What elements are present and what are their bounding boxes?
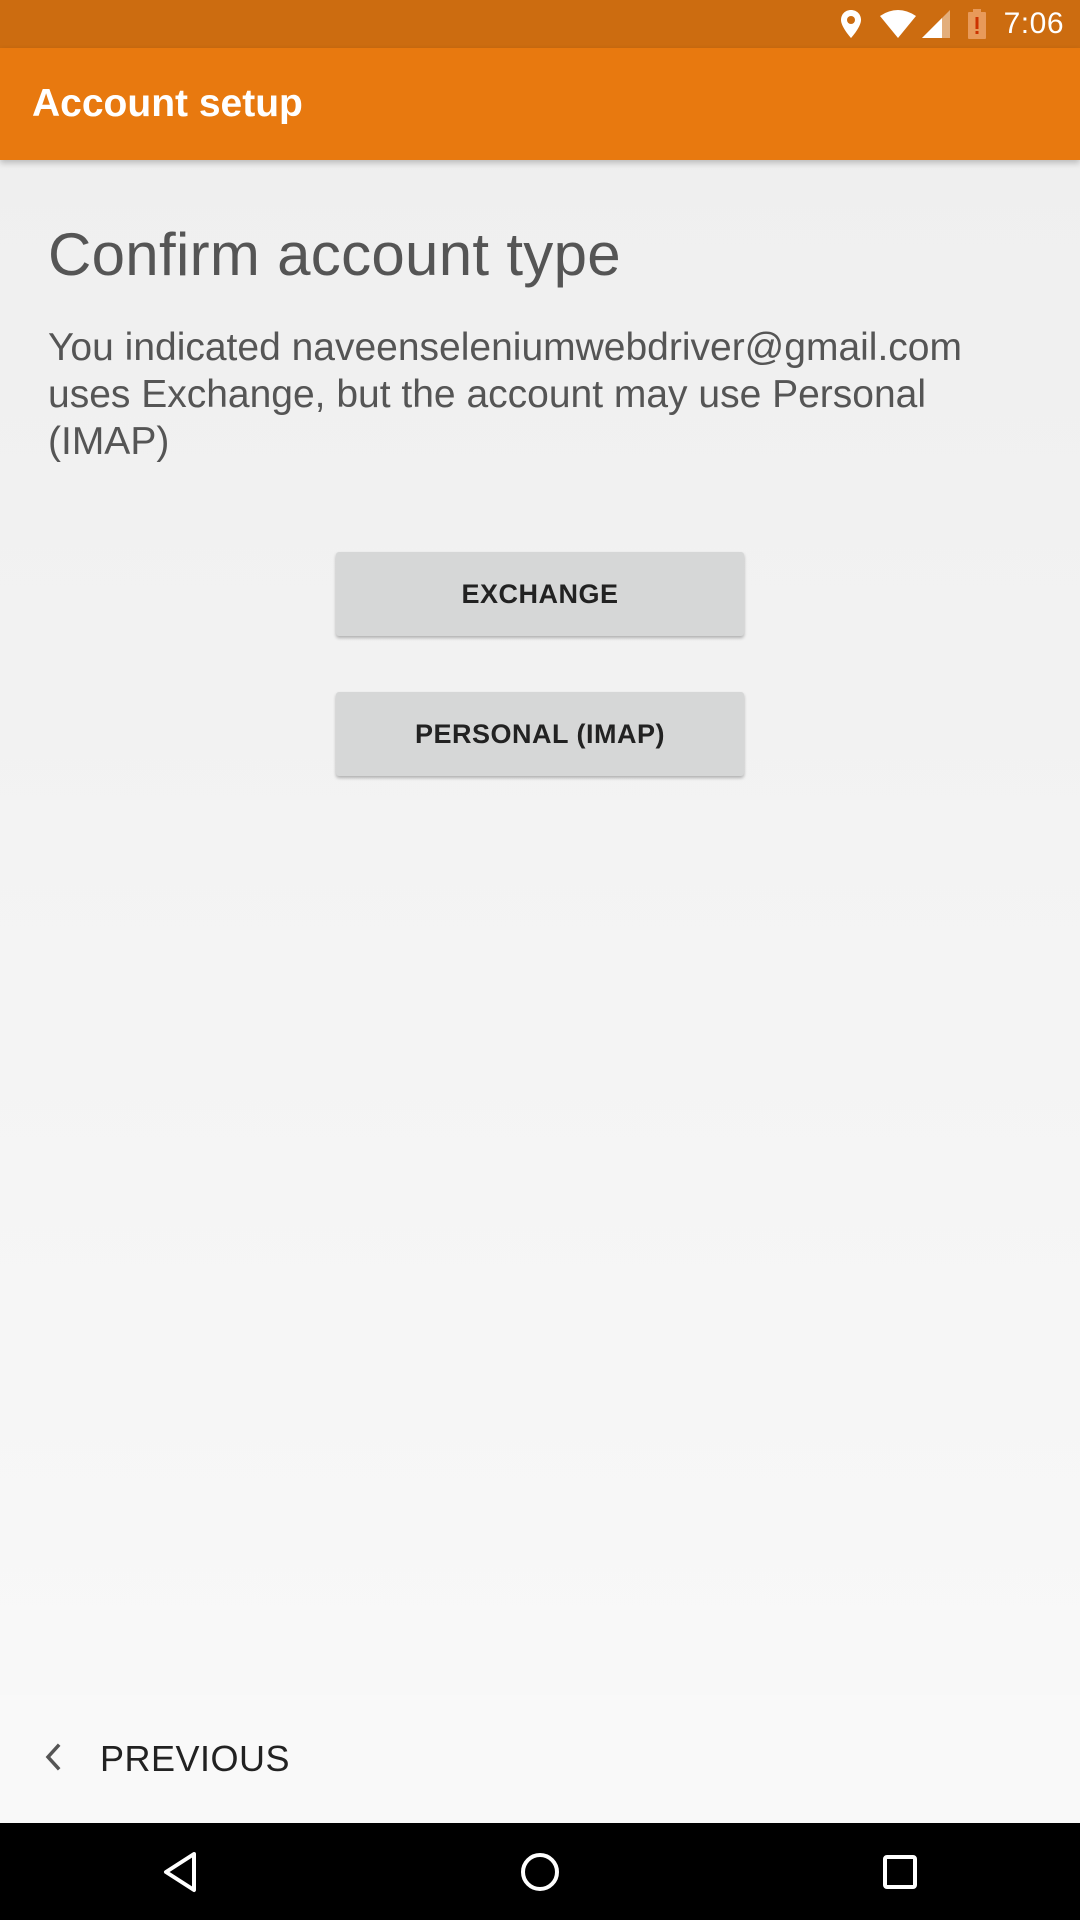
account-type-description: You indicated naveenseleniumwebdriver@gm… [48, 326, 962, 463]
previous-button[interactable]: PREVIOUS [0, 1695, 314, 1823]
page-heading: Confirm account type [48, 221, 621, 288]
chevron-left-icon [44, 1743, 62, 1776]
exchange-button[interactable]: EXCHANGE [336, 552, 744, 636]
status-bar: 7:06 [0, 0, 1080, 48]
app-title: Account setup [32, 82, 303, 125]
wifi-icon [879, 10, 916, 38]
signal-icon [921, 10, 950, 38]
personal-imap-button[interactable]: PERSONAL (IMAP) [336, 692, 744, 776]
app-bar: Account setup [0, 48, 1080, 160]
main-content: Confirm account type You indicated navee… [0, 160, 1080, 1695]
system-nav-bar [0, 1823, 1080, 1920]
home-icon[interactable] [480, 1823, 600, 1920]
recents-icon[interactable] [840, 1823, 960, 1920]
previous-label: PREVIOUS [100, 1738, 291, 1779]
bottom-bar: PREVIOUS [0, 1695, 1080, 1823]
location-icon [840, 9, 862, 39]
back-icon[interactable] [120, 1823, 240, 1920]
status-time: 7:06 [1003, 7, 1064, 40]
battery-alert-icon [967, 9, 986, 39]
